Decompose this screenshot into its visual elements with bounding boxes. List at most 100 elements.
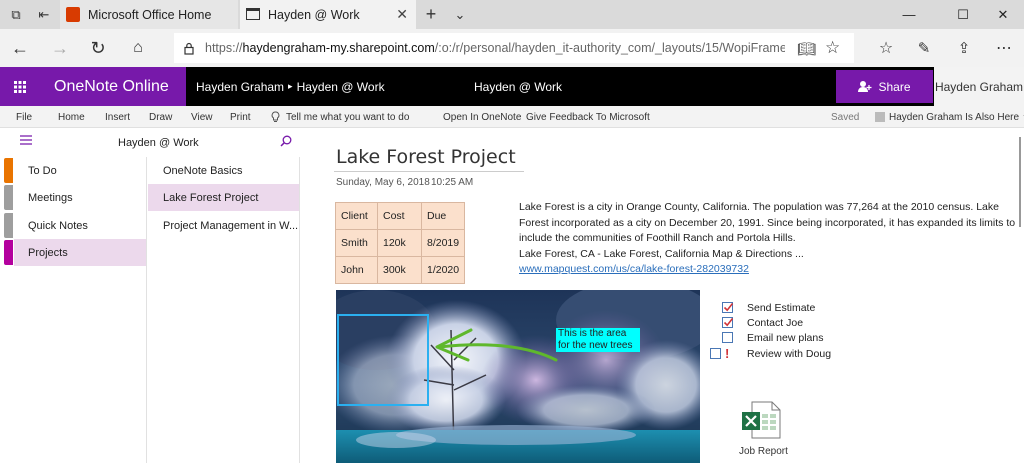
checkbox-checked-icon[interactable]	[722, 302, 734, 313]
client-table[interactable]: Client Cost Due Smith 120k 8/2019 John 3…	[335, 202, 466, 284]
breadcrumb-notebook[interactable]: Hayden @ Work	[297, 80, 385, 94]
ribbon-tab-view[interactable]: View	[191, 106, 213, 128]
address-input[interactable]: https://haydengraham-my.sharepoint.com/:…	[174, 33, 854, 63]
ribbon-tab-home[interactable]: Home	[58, 106, 85, 128]
todo-label: Contact Joe	[747, 316, 804, 329]
todo-item[interactable]: Email new plans	[710, 330, 823, 345]
page-date: Sunday, May 6, 2018	[336, 177, 430, 188]
checkbox-checked-icon[interactable]	[722, 317, 734, 328]
new-tab-icon[interactable]: +	[417, 0, 445, 29]
hamburger-menu-icon[interactable]	[20, 135, 32, 148]
notebook-title: Hayden @ Work	[118, 137, 199, 149]
attachment-label[interactable]: Job Report	[739, 446, 788, 457]
description-block[interactable]: Lake Forest is a city in Orange County, …	[519, 200, 1019, 278]
more-icon[interactable]: ⋯	[986, 29, 1022, 67]
saved-status: Saved	[831, 111, 860, 123]
todo-item[interactable]: Contact Joe	[710, 315, 803, 330]
feedback-button[interactable]: Give Feedback To Microsoft	[526, 106, 650, 128]
description-text: Lake Forest is a city in Orange County, …	[519, 201, 1016, 244]
tab-office-home[interactable]: Microsoft Office Home	[60, 0, 238, 29]
table-header-row: Client Cost Due	[335, 202, 466, 230]
search-icon[interactable]	[280, 135, 292, 150]
page-item-onenote-basics[interactable]: OneNote Basics	[148, 157, 299, 184]
open-in-onenote-button[interactable]: Open In OneNote	[443, 106, 521, 128]
table-cell[interactable]: Smith	[335, 229, 378, 257]
page-time: 10:25 AM	[431, 177, 474, 188]
section-item-projects[interactable]: Projects	[14, 239, 146, 266]
avatar-icon	[875, 112, 885, 122]
presence-indicator[interactable]: Hayden Graham Is Also Here ▼	[875, 106, 1024, 128]
presence-label: Hayden Graham Is Also Here	[889, 111, 1020, 123]
important-exclamation-icon: !	[725, 346, 730, 361]
table-row: Smith 120k 8/2019	[335, 229, 466, 257]
favorite-star-icon[interactable]: ☆	[825, 38, 840, 58]
home-icon[interactable]: ⌂	[120, 29, 156, 67]
tab-hayden-work-title: Hayden @ Work	[268, 7, 360, 22]
table-cell[interactable]: 1/2020	[420, 256, 466, 284]
table-header-cell[interactable]: Cost	[377, 202, 422, 230]
app-launcher-icon[interactable]	[0, 67, 40, 106]
url-domain: haydengraham-my.sharepoint.com	[242, 41, 435, 55]
close-tab-icon[interactable]: ✕	[396, 6, 408, 23]
ribbon-tab-draw[interactable]: Draw	[149, 106, 172, 128]
todo-label: Review with Doug	[747, 347, 832, 360]
ribbon-tab-insert[interactable]: Insert	[105, 106, 130, 128]
section-color-tab	[4, 185, 13, 210]
browser-tab-bar: ⧉ ⇤ Microsoft Office Home Hayden @ Work …	[0, 0, 1024, 29]
todo-label: Email new plans	[747, 331, 824, 344]
scrollbar-thumb[interactable]	[1019, 137, 1021, 227]
section-item-quick-notes[interactable]: Quick Notes	[14, 212, 146, 239]
close-window-icon[interactable]: ✕	[980, 0, 1024, 29]
lake-forest-photo[interactable]	[336, 290, 700, 463]
address-toolbar: ← → ↻ ⌂ https://haydengraham-my.sharepoi…	[0, 29, 1024, 67]
title-underline	[334, 171, 524, 172]
ribbon-tab-file[interactable]: File	[16, 106, 32, 128]
ribbon-tab-print[interactable]: Print	[230, 106, 251, 128]
section-item-meetings[interactable]: Meetings	[14, 184, 146, 211]
excel-file-icon[interactable]	[738, 400, 784, 440]
table-cell[interactable]: John	[335, 256, 378, 284]
page-item-lake-forest[interactable]: Lake Forest Project	[148, 184, 299, 211]
app-name[interactable]: OneNote Online	[40, 67, 186, 106]
back-arrow-icon[interactable]: ←	[2, 29, 38, 67]
breadcrumb-user[interactable]: Hayden Graham	[196, 80, 284, 94]
tell-me-box[interactable]: Tell me what you want to do	[271, 106, 409, 128]
lock-icon	[184, 42, 194, 55]
todo-item[interactable]: ! Review with Doug	[710, 346, 831, 361]
table-cell[interactable]: 300k	[377, 256, 422, 284]
favorites-hub-icon[interactable]: ☆	[868, 29, 904, 67]
section-color-tab	[4, 213, 13, 238]
todo-item[interactable]: Send Estimate	[710, 300, 815, 315]
lightbulb-icon	[271, 111, 280, 122]
web-note-pen-icon[interactable]: ✎	[906, 29, 942, 67]
map-link[interactable]: www.mapquest.com/us/ca/lake-forest-28203…	[519, 263, 749, 275]
tab-hayden-work[interactable]: Hayden @ Work ✕	[240, 0, 416, 29]
ribbon-tabs: File Home Insert Draw View Print Tell me…	[0, 106, 1024, 128]
section-color-tab	[4, 158, 13, 183]
share-page-icon[interactable]: ⇪	[946, 29, 982, 67]
tab-list-chevron-icon[interactable]: ⌄	[446, 0, 474, 29]
forward-arrow-icon[interactable]: →	[42, 29, 78, 67]
breadcrumb-separator-icon: ▸	[288, 81, 293, 91]
table-row: John 300k 1/2020	[335, 256, 466, 284]
tab-office-home-title: Microsoft Office Home	[88, 7, 212, 22]
table-cell[interactable]: 8/2019	[420, 229, 466, 257]
ink-callout-text[interactable]: This is the area for the new trees	[556, 328, 640, 352]
share-button[interactable]: Share	[836, 70, 933, 103]
table-header-cell[interactable]: Client	[335, 202, 378, 230]
table-cell[interactable]: 120k	[377, 229, 422, 257]
url-path: /:o:/r/personal/hayden_it-authority_com/…	[434, 41, 785, 55]
set-tabs-aside-icon[interactable]: ⇤	[30, 0, 58, 29]
minimize-icon[interactable]: —	[886, 0, 932, 29]
onenote-header: OneNote Online Hayden Graham ▸ Hayden @ …	[0, 67, 1024, 106]
signed-in-user[interactable]: Hayden Graham	[934, 67, 1024, 106]
refresh-icon[interactable]: ↻	[80, 29, 116, 67]
checkbox-unchecked-icon[interactable]	[710, 348, 721, 359]
page-item-project-management[interactable]: Project Management in W...	[148, 212, 299, 239]
page-title[interactable]: Lake Forest Project	[336, 146, 516, 168]
table-header-cell[interactable]: Due	[420, 202, 466, 230]
checkbox-unchecked-icon[interactable]	[722, 332, 733, 343]
reading-view-icon[interactable]: 📖︎	[797, 40, 816, 58]
tab-manager-icon[interactable]: ⧉	[2, 0, 30, 29]
section-item-to-do[interactable]: To Do	[14, 157, 146, 184]
